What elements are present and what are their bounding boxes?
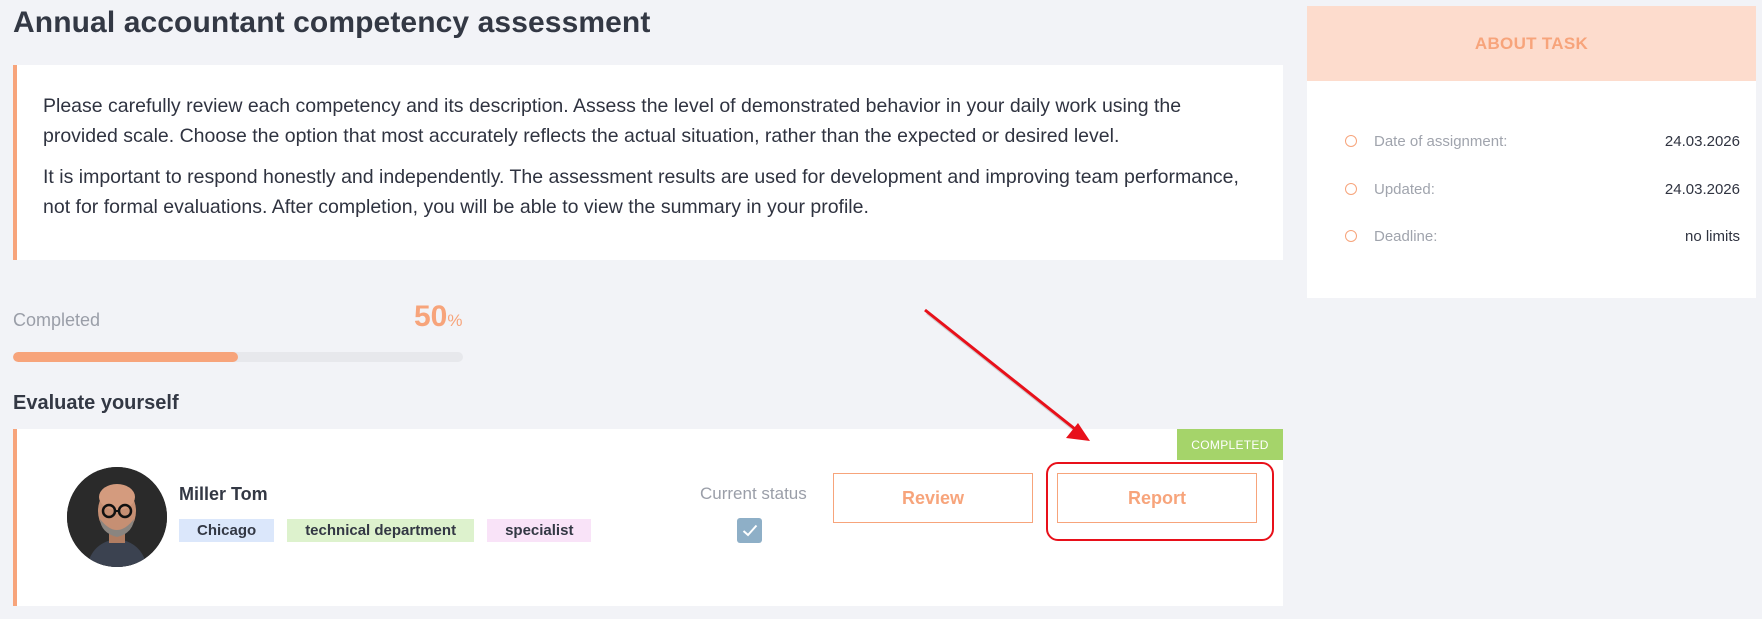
avatar: [67, 467, 167, 567]
page-title: Annual accountant competency assessment: [13, 6, 651, 39]
review-button[interactable]: Review: [833, 473, 1033, 523]
about-row-value: 24.03.2026: [1664, 180, 1740, 198]
progress-value: 50%: [414, 300, 463, 334]
about-row-assignment: Date of assignment: 24.03.2026: [1345, 131, 1740, 151]
about-row-key: Deadline:: [1374, 227, 1438, 245]
user-name: Miller Tom: [179, 484, 268, 504]
instructions-panel: Please carefully review each competency …: [13, 65, 1283, 260]
tag-location: Chicago: [179, 519, 275, 542]
about-row-value: no limits: [1684, 227, 1740, 245]
about-row-key: Date of assignment:: [1374, 132, 1508, 150]
tag-position: specialist: [487, 519, 592, 542]
report-highlight-box: [1046, 462, 1274, 541]
bullet-circle-icon: [1345, 183, 1357, 195]
status-label: Current status: [700, 484, 807, 503]
tag-department: technical department: [287, 519, 475, 542]
about-task-title: ABOUT TASK: [1307, 6, 1756, 81]
completed-badge: COMPLETED: [1177, 429, 1283, 460]
progress-bar-fill: [13, 352, 238, 362]
instructions-paragraph-1: Please carefully review each competency …: [43, 95, 1182, 147]
progress-number: 50: [414, 300, 448, 333]
about-task-panel: ABOUT TASK Date of assignment: 24.03.202…: [1307, 6, 1756, 298]
progress-label: Completed: [13, 310, 101, 330]
bullet-circle-icon: [1345, 230, 1357, 242]
bullet-circle-icon: [1345, 135, 1357, 147]
progress-unit: %: [447, 311, 463, 330]
section-title: Evaluate yourself: [13, 392, 179, 414]
instructions-paragraph-2: It is important to respond honestly and …: [43, 166, 1239, 218]
about-row-updated: Updated: 24.03.2026: [1345, 179, 1740, 199]
about-row-key: Updated:: [1374, 180, 1435, 198]
progress-bar: [13, 352, 463, 362]
check-icon: [742, 524, 757, 537]
user-tags: Chicago technical department specialist: [179, 519, 592, 542]
about-row-deadline: Deadline: no limits: [1345, 226, 1740, 246]
about-row-value: 24.03.2026: [1664, 132, 1740, 150]
status-checkbox: [737, 518, 762, 543]
